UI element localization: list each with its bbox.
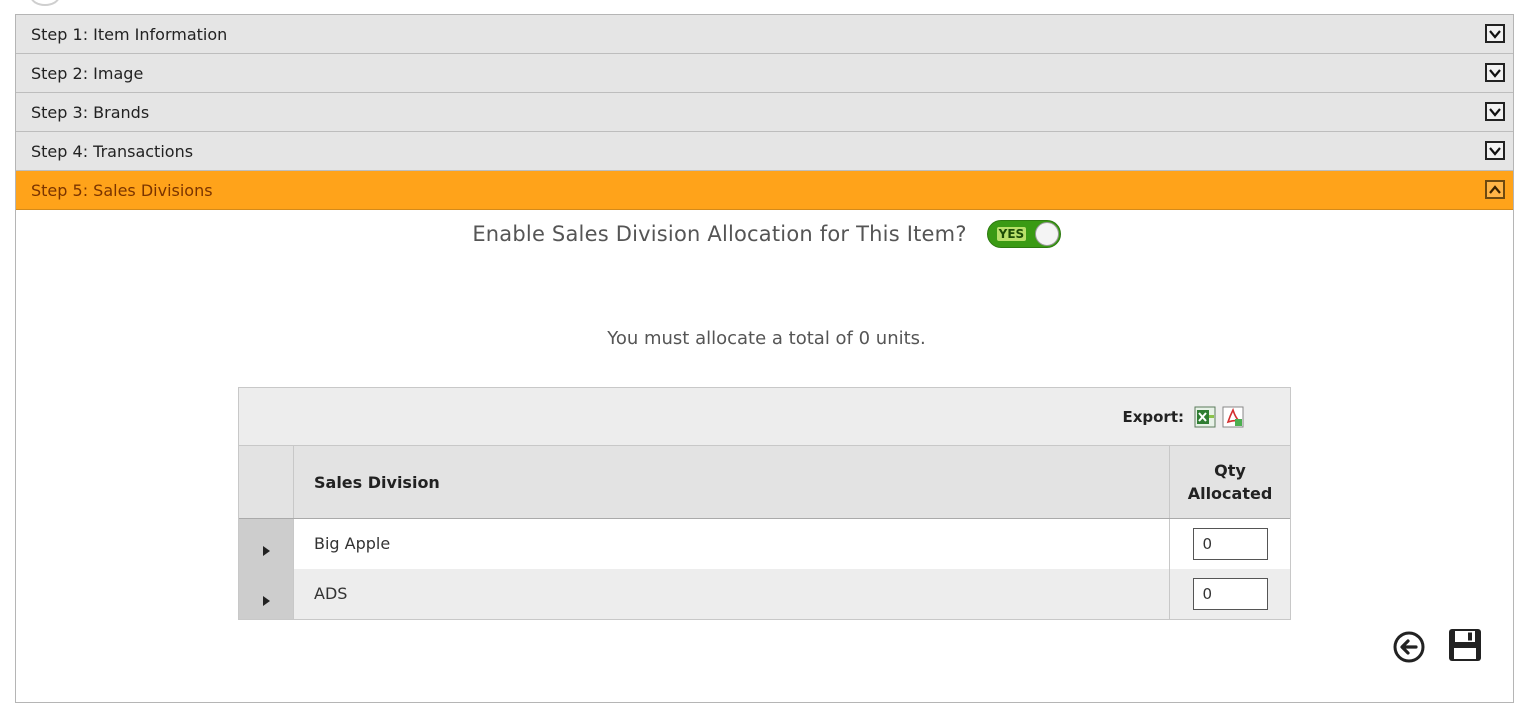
chevron-up-icon	[1489, 184, 1501, 194]
export-label: Export:	[1122, 407, 1184, 426]
row-expand-button[interactable]	[239, 519, 294, 569]
enable-allocation-toggle[interactable]: YES	[986, 220, 1061, 248]
expand-toggle[interactable]	[1485, 63, 1505, 82]
step-label: Step 3: Brands	[31, 102, 150, 122]
header-expand-column	[239, 446, 294, 518]
qty-cell	[1170, 569, 1290, 619]
chevron-down-icon	[1489, 29, 1501, 39]
step-label: Step 5: Sales Divisions	[31, 180, 213, 200]
header-qty-allocated[interactable]: Qty Allocated	[1170, 446, 1290, 518]
enable-allocation-row: Enable Sales Division Allocation for Thi…	[0, 220, 1533, 248]
step-brands[interactable]: Step 3: Brands	[16, 93, 1513, 132]
pdf-export-icon[interactable]	[1222, 406, 1244, 428]
toggle-state-label: YES	[996, 227, 1027, 241]
step-item-information[interactable]: Step 1: Item Information	[16, 15, 1513, 54]
expand-toggle[interactable]	[1485, 24, 1505, 43]
expand-arrow-icon	[262, 546, 270, 556]
excel-export-icon[interactable]	[1194, 406, 1216, 428]
step-transactions[interactable]: Step 4: Transactions	[16, 132, 1513, 171]
action-icons	[1390, 626, 1484, 664]
sales-division-name: ADS	[294, 569, 1170, 619]
expand-arrow-icon	[262, 596, 270, 606]
back-arrow-icon[interactable]	[1390, 626, 1428, 664]
sales-division-name: Big Apple	[294, 519, 1170, 569]
expand-toggle[interactable]	[1485, 141, 1505, 160]
row-expand-button[interactable]	[239, 569, 294, 619]
header-sales-division[interactable]: Sales Division	[294, 446, 1170, 518]
grid-header: Sales Division Qty Allocated	[239, 446, 1290, 519]
allocation-message: You must allocate a total of 0 units.	[607, 328, 926, 349]
step-sales-divisions[interactable]: Step 5: Sales Divisions	[16, 171, 1513, 210]
enable-allocation-label: Enable Sales Division Allocation for Thi…	[472, 222, 967, 246]
collapse-toggle[interactable]	[1485, 180, 1505, 199]
table-row: Big Apple	[239, 519, 1290, 569]
table-row: ADS	[239, 569, 1290, 619]
qty-allocated-input[interactable]	[1192, 528, 1268, 560]
expand-toggle[interactable]	[1485, 102, 1505, 121]
header-qty-label: Qty Allocated	[1187, 461, 1273, 503]
sales-division-grid: Export: Sales Division Qty Allocated Big…	[238, 387, 1291, 620]
qty-allocated-input[interactable]	[1192, 578, 1268, 610]
chevron-down-icon	[1489, 146, 1501, 156]
step-image[interactable]: Step 2: Image	[16, 54, 1513, 93]
step-label: Step 1: Item Information	[31, 24, 228, 44]
top-decoration	[30, 0, 60, 6]
chevron-down-icon	[1489, 107, 1501, 117]
toggle-knob	[1034, 222, 1059, 246]
chevron-down-icon	[1489, 68, 1501, 78]
grid-toolbar: Export:	[239, 388, 1290, 446]
qty-cell	[1170, 519, 1290, 569]
step-label: Step 2: Image	[31, 63, 144, 83]
step-label: Step 4: Transactions	[31, 141, 194, 161]
save-icon[interactable]	[1446, 626, 1484, 664]
